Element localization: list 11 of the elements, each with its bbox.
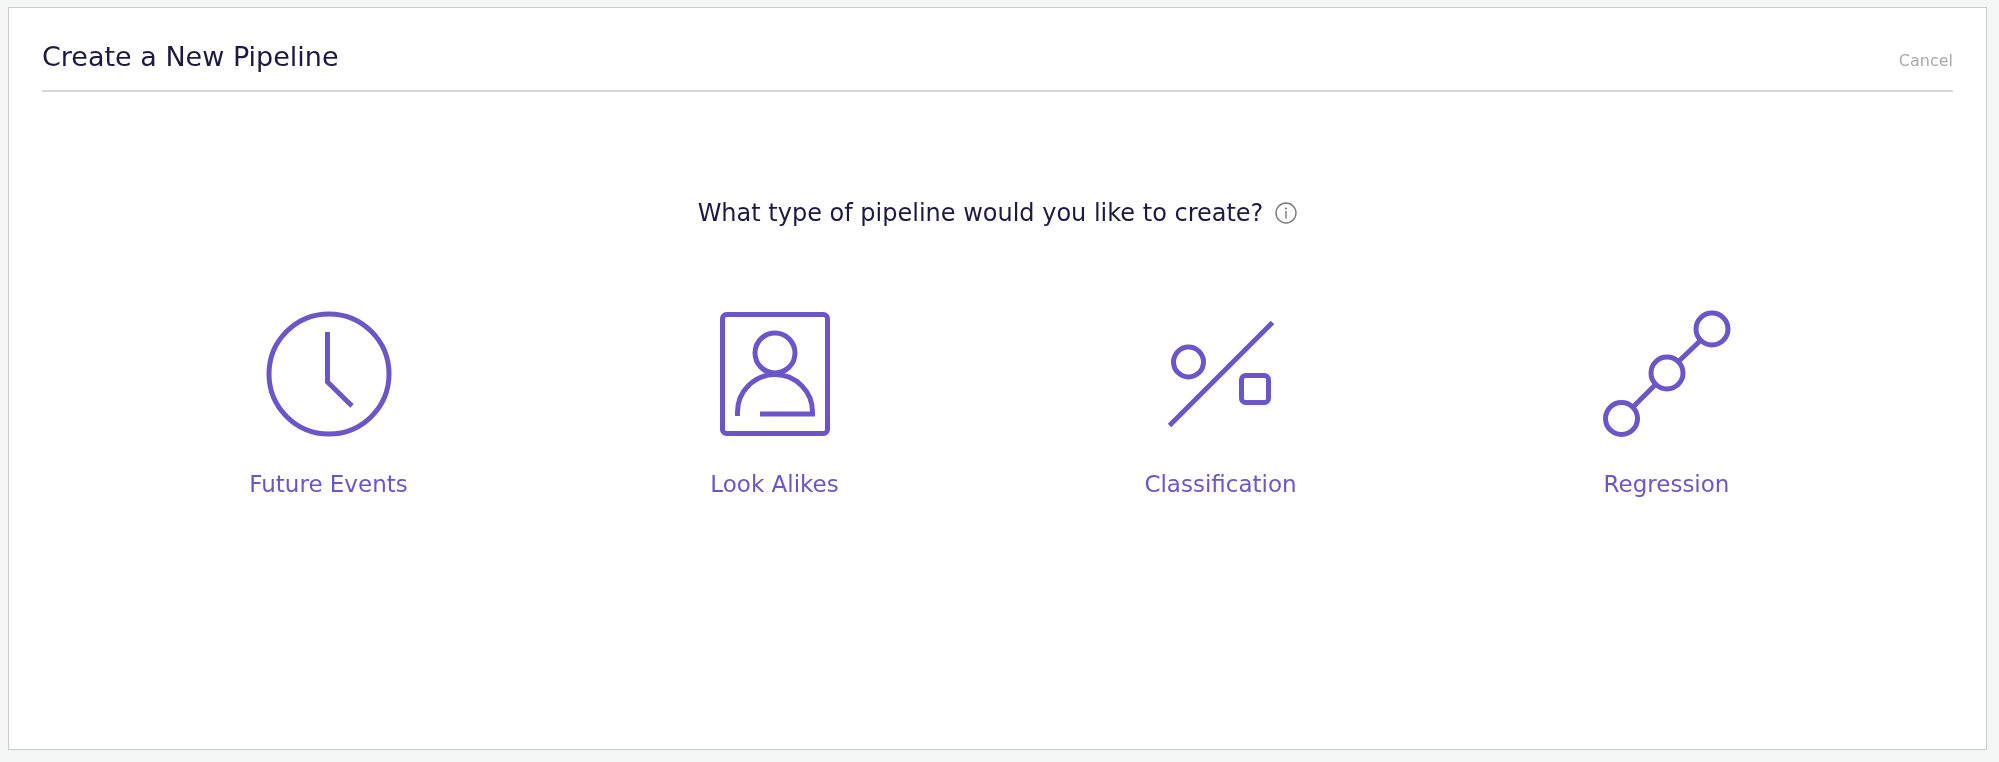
connected-circles-icon bbox=[1601, 310, 1732, 438]
circle-slash-square-icon bbox=[1166, 320, 1275, 428]
pipeline-type-option[interactable]: Look Alikes bbox=[710, 310, 839, 499]
prompt-text: What type of pipeline would you like to create? bbox=[697, 198, 1264, 228]
pipeline-type-option[interactable]: Classification bbox=[1144, 310, 1297, 499]
info-icon[interactable] bbox=[1275, 202, 1298, 224]
dialog-title: Create a New Pipeline bbox=[42, 40, 339, 74]
pipeline-type-option[interactable]: Regression bbox=[1601, 310, 1732, 499]
person-portrait-icon bbox=[719, 312, 830, 436]
clock-icon bbox=[265, 311, 392, 437]
pipeline-type-option[interactable]: Future Events bbox=[249, 310, 408, 499]
